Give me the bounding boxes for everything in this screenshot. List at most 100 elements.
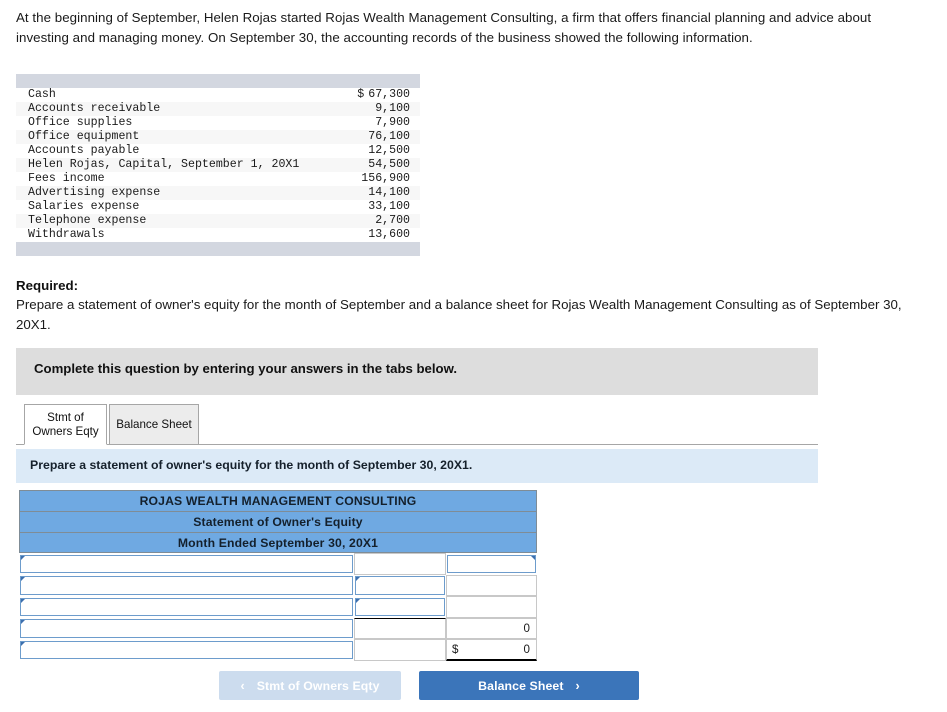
currency-symbol: $ bbox=[357, 88, 365, 101]
statement-amount-input-2[interactable] bbox=[355, 597, 445, 616]
account-name: Accounts receivable bbox=[16, 102, 347, 116]
account-balances-table: Cash $67,300 Accounts receivable 9,100 Offic… bbox=[16, 74, 420, 256]
amount-value: 67,300 bbox=[368, 88, 410, 101]
currency-symbol: $ bbox=[452, 642, 459, 656]
table-row: Office supplies 7,900 bbox=[16, 116, 420, 130]
table-row: Withdrawals 13,600 bbox=[16, 228, 420, 242]
statement-row: $0 bbox=[19, 639, 537, 661]
table-row: Salaries expense 33,100 bbox=[16, 200, 420, 214]
statement-period: Month Ended September 30, 20X1 bbox=[19, 532, 537, 553]
statement-col2-cell bbox=[354, 617, 446, 639]
dropdown-marker-icon bbox=[21, 598, 25, 603]
account-amount: 12,500 bbox=[346, 144, 420, 158]
account-amount: 9,100 bbox=[346, 102, 420, 116]
required-label: Required: bbox=[16, 278, 79, 293]
statement-col2-cell bbox=[354, 553, 446, 575]
statement-col2-cell bbox=[354, 575, 446, 597]
tab-stmt-owners-eqty-line1: Stmt of bbox=[47, 411, 84, 424]
statement-total-input-0[interactable] bbox=[447, 554, 536, 573]
account-amount: 13,600 bbox=[346, 228, 420, 242]
tab-stmt-owners-eqty[interactable]: Stmt of Owners Eqty bbox=[24, 404, 107, 445]
statement-amount-input-1[interactable] bbox=[355, 576, 445, 595]
account-name: Salaries expense bbox=[16, 200, 347, 214]
statement-label-input-1[interactable] bbox=[20, 576, 353, 595]
account-name: Telephone expense bbox=[16, 214, 347, 228]
account-name: Helen Rojas, Capital, September 1, 20X1 bbox=[16, 158, 347, 172]
account-amount: 156,900 bbox=[346, 172, 420, 186]
chevron-right-icon: › bbox=[575, 678, 580, 693]
dropdown-marker-icon bbox=[21, 577, 25, 581]
table-row: Cash $67,300 bbox=[16, 88, 420, 102]
statement-label-cell bbox=[19, 596, 354, 618]
statement-input-grid: 0 $0 bbox=[19, 553, 537, 661]
amount-value: 9,100 bbox=[375, 102, 410, 115]
account-amount: 54,500 bbox=[346, 158, 420, 172]
tab-instruction-text: Prepare a statement of owner's equity fo… bbox=[30, 458, 473, 472]
complete-question-banner: Complete this question by entering your … bbox=[16, 348, 818, 395]
table-row: Office equipment 76,100 bbox=[16, 130, 420, 144]
account-name: Office supplies bbox=[16, 116, 347, 130]
account-name: Fees income bbox=[16, 172, 347, 186]
statement-col2-static-3 bbox=[354, 617, 446, 639]
tab-stmt-owners-eqty-line2: Owners Eqty bbox=[32, 424, 99, 438]
tab-strip-underline bbox=[16, 444, 818, 445]
account-name: Office equipment bbox=[16, 130, 347, 144]
dropdown-marker-icon bbox=[21, 555, 25, 560]
table-row: Helen Rojas, Capital, September 1, 20X1 5… bbox=[16, 158, 420, 172]
statement-col2-static-0 bbox=[354, 553, 446, 575]
tab-balance-sheet[interactable]: Balance Sheet bbox=[109, 404, 199, 445]
statement-col3-cell: $0 bbox=[446, 639, 537, 661]
amount-value: 2,700 bbox=[375, 214, 410, 227]
amount-value: 14,100 bbox=[368, 186, 410, 199]
statement-row bbox=[19, 553, 537, 575]
statement-col3-static-2 bbox=[446, 596, 537, 618]
account-amount: 14,100 bbox=[346, 186, 420, 200]
statement-col3-cell: 0 bbox=[446, 617, 537, 639]
chevron-left-icon: ‹ bbox=[240, 678, 245, 693]
table-top-band bbox=[16, 74, 420, 88]
statement-col2-static-4 bbox=[354, 639, 446, 661]
statement-col3-static-3: 0 bbox=[446, 617, 537, 639]
table-row: Fees income 156,900 bbox=[16, 172, 420, 186]
question-page: At the beginning of September, Helen Roj… bbox=[0, 0, 947, 712]
amount-value: 13,600 bbox=[368, 228, 410, 241]
statement-label-cell bbox=[19, 575, 354, 597]
next-button-label: Balance Sheet bbox=[478, 678, 564, 693]
statement-col3-static-4: $0 bbox=[446, 639, 537, 661]
tab-strip: Stmt of Owners Eqty Balance Sheet bbox=[16, 404, 818, 446]
statement-label-input-2[interactable] bbox=[20, 597, 353, 616]
navigation-buttons: ‹ Stmt of Owners Eqty Balance Sheet › bbox=[219, 671, 639, 701]
statement-label-input-4[interactable] bbox=[20, 640, 353, 659]
statement-company-name: ROJAS WEALTH MANAGEMENT CONSULTING bbox=[19, 490, 537, 511]
computed-value: 0 bbox=[523, 621, 530, 635]
account-name: Accounts payable bbox=[16, 144, 347, 158]
dropdown-marker-icon bbox=[21, 620, 25, 624]
prev-button-label: Stmt of Owners Eqty bbox=[256, 678, 380, 693]
computed-value: 0 bbox=[523, 642, 530, 656]
statement-col3-cell bbox=[446, 553, 537, 575]
statement-label-input-0[interactable] bbox=[20, 554, 353, 573]
account-name: Cash bbox=[16, 88, 347, 102]
statement-title: Statement of Owner's Equity bbox=[19, 511, 537, 532]
statement-label-input-3[interactable] bbox=[20, 619, 353, 638]
account-amount: $67,300 bbox=[346, 88, 420, 102]
statement-of-owners-equity-grid: ROJAS WEALTH MANAGEMENT CONSULTING State… bbox=[19, 490, 537, 661]
amount-value: 54,500 bbox=[368, 158, 410, 171]
table-row: Telephone expense 2,700 bbox=[16, 214, 420, 228]
tab-instruction-bar: Prepare a statement of owner's equity fo… bbox=[16, 449, 818, 483]
prev-stmt-owners-eqty-button[interactable]: ‹ Stmt of Owners Eqty bbox=[219, 671, 401, 700]
statement-col3-cell bbox=[446, 596, 537, 618]
table-row: Advertising expense 14,100 bbox=[16, 186, 420, 200]
statement-row bbox=[19, 596, 537, 618]
problem-intro-text: At the beginning of September, Helen Roj… bbox=[16, 10, 872, 45]
amount-value: 33,100 bbox=[368, 200, 410, 213]
statement-label-cell bbox=[19, 553, 354, 575]
amount-value: 7,900 bbox=[375, 116, 410, 129]
amount-value: 12,500 bbox=[368, 144, 410, 157]
statement-col2-cell bbox=[354, 596, 446, 618]
tab-balance-sheet-label: Balance Sheet bbox=[116, 417, 192, 431]
next-balance-sheet-button[interactable]: Balance Sheet › bbox=[419, 671, 639, 700]
required-body-text: Prepare a statement of owner's equity fo… bbox=[16, 297, 902, 332]
complete-question-banner-text: Complete this question by entering your … bbox=[34, 361, 458, 376]
statement-col3-cell bbox=[446, 574, 537, 596]
